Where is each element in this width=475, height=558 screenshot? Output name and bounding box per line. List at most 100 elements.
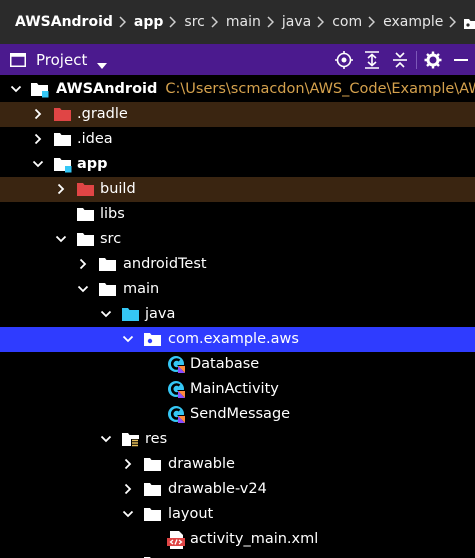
breadcrumb-separator-icon [211, 16, 218, 28]
project-toolbar: Project [0, 44, 475, 75]
chevron-right-icon[interactable] [122, 458, 134, 470]
folder-icon [144, 481, 162, 498]
chevron-down-icon[interactable] [77, 283, 89, 295]
tree-item-database[interactable]: Database [0, 352, 475, 377]
tree-item-mainactivity[interactable]: MainActivity [0, 377, 475, 402]
tree-item-res[interactable]: res [0, 427, 475, 452]
tree-item-label: drawable [168, 456, 235, 472]
breadcrumb-separator-icon [449, 16, 457, 28]
module-folder-icon [31, 81, 49, 98]
tree-item-androidtest[interactable]: androidTest [0, 252, 475, 277]
project-view-selector[interactable]: Project [0, 50, 108, 69]
chevron-down-icon[interactable] [55, 233, 67, 245]
breadcrumb-separator-icon [169, 16, 177, 28]
excluded-folder-icon [54, 106, 72, 123]
xml-file-icon [167, 531, 185, 549]
breadcrumb-separator-icon [317, 16, 325, 28]
chevron-down-icon[interactable] [122, 333, 134, 345]
tree-item-awsandroid[interactable]: AWSAndroid C:\Users\scmacdon\AWS_Code\Exa… [0, 77, 475, 102]
tree-item-label: .gradle [77, 106, 128, 122]
folder-icon [77, 206, 95, 223]
tree-item-label: layout [168, 506, 214, 522]
chevron-down-icon[interactable] [100, 308, 112, 320]
expand-all-icon[interactable] [358, 44, 386, 75]
folder-icon [77, 231, 95, 248]
tree-item-label: main [123, 281, 160, 297]
breadcrumb-item-main[interactable]: main [222, 14, 265, 30]
project-tree: AWSAndroid C:\Users\scmacdon\AWS_Code\Exa… [0, 75, 475, 558]
breadcrumb: AWSAndroid app src main java com example… [0, 0, 475, 44]
project-view-label: Project [36, 50, 88, 69]
tree-item-label: java [145, 306, 176, 322]
tree-item-libs[interactable]: libs [0, 202, 475, 227]
breadcrumb-separator-icon [368, 16, 376, 28]
tree-item-label: activity_main.xml [190, 531, 319, 547]
tree-item-sendmessage[interactable]: SendMessage [0, 402, 475, 427]
breadcrumb-item-aws[interactable]: aws [460, 14, 475, 30]
tree-item-label: AWSAndroid [56, 81, 158, 97]
tree-item-label: SendMessage [190, 406, 291, 422]
breadcrumb-item-example[interactable]: example [379, 14, 447, 30]
module-folder-icon [54, 156, 72, 173]
tree-item-build[interactable]: build [0, 177, 475, 202]
tree-item-main[interactable]: main [0, 277, 475, 302]
project-window-icon [10, 52, 26, 67]
folder-icon [144, 456, 162, 473]
tree-item-label: build [100, 181, 136, 197]
breadcrumb-separator-icon [119, 16, 126, 28]
chevron-down-icon[interactable] [10, 83, 22, 95]
breadcrumb-item-src[interactable]: src [180, 14, 208, 30]
excluded-folder-icon [77, 181, 95, 198]
folder-icon [99, 256, 117, 273]
breadcrumb-item-java[interactable]: java [278, 14, 315, 30]
locate-icon[interactable] [330, 44, 358, 75]
folder-icon [144, 506, 162, 523]
chevron-right-icon[interactable] [77, 258, 89, 270]
package-icon [464, 17, 475, 29]
tree-item-layout[interactable]: layout [0, 502, 475, 527]
chevron-down-icon [97, 57, 108, 69]
tree-item-label: res [145, 431, 168, 447]
tree-item-label: src [100, 231, 122, 247]
tree-item-label: MainActivity [190, 381, 279, 397]
tree-item-label: libs [100, 206, 125, 222]
tree-item-drawable[interactable]: drawable [0, 452, 475, 477]
chevron-down-icon[interactable] [100, 433, 112, 445]
tree-item-label: androidTest [123, 256, 207, 272]
breadcrumb-item-awsandroid[interactable]: AWSAndroid [0, 14, 117, 30]
chevron-down-icon[interactable] [122, 508, 134, 520]
folder-icon [54, 131, 72, 148]
minimize-icon[interactable] [447, 44, 475, 75]
breadcrumb-separator-icon [267, 16, 274, 28]
folder-icon [99, 281, 117, 298]
tree-item-drawable-v24[interactable]: drawable-v24 [0, 477, 475, 502]
tree-item-java[interactable]: java [0, 302, 475, 327]
tree-item-src[interactable]: src [0, 227, 475, 252]
tree-item-label: .idea [77, 131, 113, 147]
toolbar-actions [330, 44, 475, 75]
chevron-right-icon[interactable] [55, 183, 67, 195]
tree-item-label: Database [190, 356, 260, 372]
tree-item-gradle[interactable]: .gradle [0, 102, 475, 127]
source-folder-icon [122, 306, 140, 323]
chevron-right-icon[interactable] [32, 108, 44, 120]
kotlin-class-icon [167, 405, 186, 424]
tree-item-com-example-aws[interactable]: com.example.aws [0, 327, 475, 352]
chevron-right-icon[interactable] [122, 483, 134, 495]
toolbar-divider [416, 50, 417, 69]
gear-icon[interactable] [419, 44, 447, 75]
tree-item-activity-main-xml[interactable]: activity_main.xml [0, 527, 475, 552]
chevron-right-icon[interactable] [32, 133, 44, 145]
tree-item-app[interactable]: app [0, 152, 475, 177]
tree-item-idea[interactable]: .idea [0, 127, 475, 152]
resource-folder-icon [122, 431, 140, 448]
tree-item-label: com.example.aws [168, 331, 299, 347]
tree-item-label: drawable-v24 [168, 481, 267, 497]
package-icon [144, 331, 162, 348]
tree-item-partial [0, 552, 475, 558]
chevron-down-icon[interactable] [32, 158, 44, 170]
breadcrumb-item-com[interactable]: com [328, 14, 366, 30]
kotlin-class-icon [167, 355, 186, 374]
collapse-all-icon[interactable] [386, 44, 414, 75]
breadcrumb-item-app[interactable]: app [130, 14, 168, 30]
